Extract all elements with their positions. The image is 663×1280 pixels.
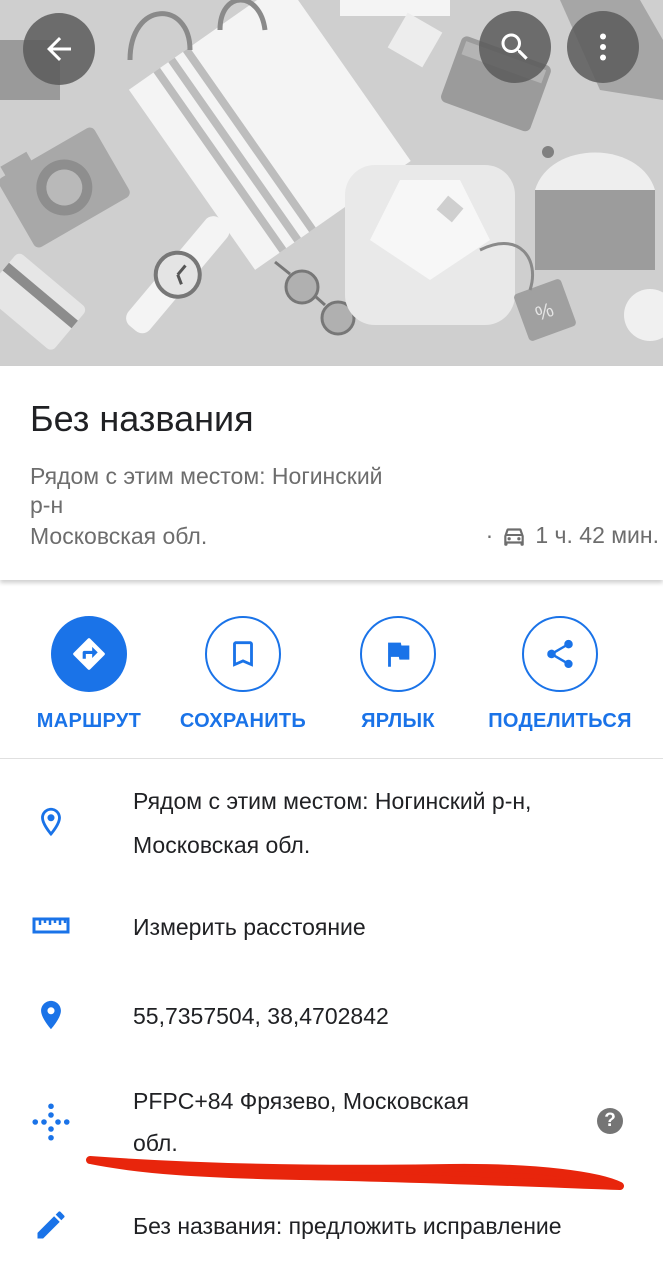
- plus-code-icon: [32, 1103, 70, 1141]
- place-icon: [41, 1000, 61, 1030]
- red-underline-annotation: [86, 1156, 624, 1190]
- flag-icon: [388, 642, 410, 667]
- back-button[interactable]: [23, 13, 95, 85]
- place-subtitle-line2: р-н: [30, 492, 64, 518]
- label-button[interactable]: ЯРЛЫК: [313, 616, 483, 733]
- travel-time: · 1 ч. 42 мин.: [486, 522, 659, 549]
- save-circle[interactable]: [205, 616, 281, 692]
- measure-distance-label: Измерить расстояние: [133, 914, 366, 940]
- address-line2: Московская обл.: [133, 832, 311, 858]
- suggest-edit-label: Без названия: предложить исправление: [133, 1213, 562, 1239]
- directions-button[interactable]: МАРШРУТ: [4, 616, 174, 733]
- car-icon: [504, 527, 525, 546]
- share-label: ПОДЕЛИТЬСЯ: [488, 710, 632, 732]
- divider: [0, 758, 663, 759]
- directions-circle[interactable]: [51, 616, 127, 692]
- directions-icon: [73, 638, 105, 670]
- save-label: СОХРАНИТЬ: [179, 710, 307, 732]
- help-icon[interactable]: ?: [597, 1108, 623, 1134]
- ruler-icon: [32, 917, 70, 934]
- address-line1: Рядом с этим местом: Ногинский р-н,: [133, 788, 532, 814]
- arrow-back-icon: [47, 37, 71, 61]
- action-bar: МАРШРУТ СОХРАНИТЬ ЯРЛЫК ПОДЕЛИТЬСЯ: [0, 596, 663, 756]
- share-circle[interactable]: [522, 616, 598, 692]
- bookmark-icon: [233, 641, 253, 667]
- place-subtitle-line3: Московская обл.: [30, 523, 208, 549]
- share-icon: [547, 639, 573, 669]
- plus-code-line1: PFPC+84 Фрязево, Московская: [133, 1088, 469, 1114]
- coordinates-value: 55,7357504, 38,4702842: [133, 1003, 389, 1029]
- label-circle[interactable]: [360, 616, 436, 692]
- place-subtitle-line1: Рядом с этим местом: Ногинский: [30, 463, 383, 489]
- save-button[interactable]: СОХРАНИТЬ: [158, 616, 328, 733]
- more-vert-icon: [600, 33, 606, 61]
- eta-value: 1 ч. 42 мин.: [535, 522, 659, 548]
- header-illustration: %: [0, 0, 663, 366]
- search-button[interactable]: [479, 11, 551, 83]
- share-button[interactable]: ПОДЕЛИТЬСЯ: [475, 616, 645, 733]
- place-title: Без названия: [30, 398, 254, 439]
- shopping-illustration: %: [0, 0, 663, 366]
- label-label: ЯРЛЫК: [361, 710, 435, 732]
- directions-label: МАРШРУТ: [36, 710, 142, 732]
- more-options-button[interactable]: [567, 11, 639, 83]
- place-outline-icon: [41, 807, 61, 837]
- edit-pencil-icon: [37, 1211, 65, 1239]
- eta-separator: ·: [485, 522, 494, 548]
- search-icon: [501, 33, 528, 60]
